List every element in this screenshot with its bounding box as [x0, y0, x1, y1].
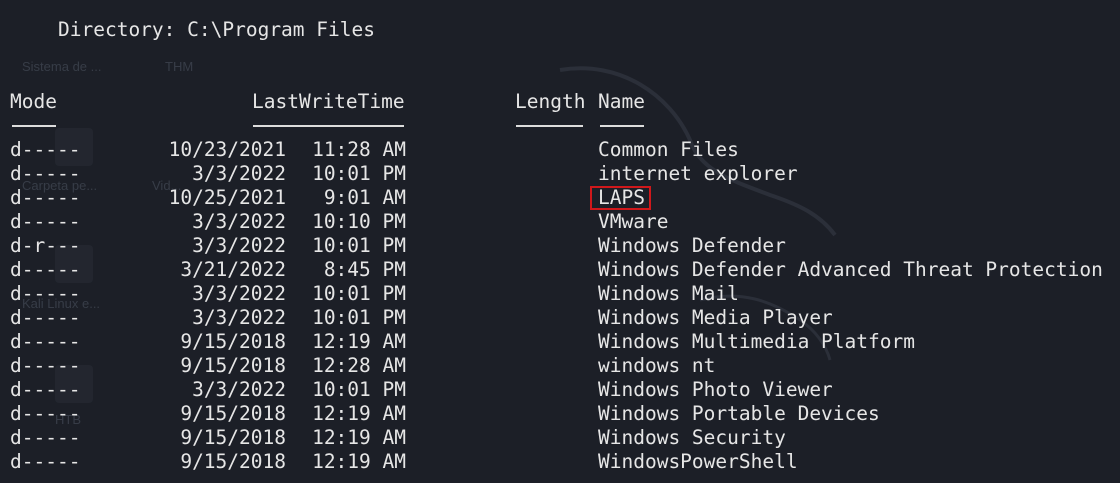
row-date: 3/21/2022	[180, 258, 286, 281]
header-underline-name	[600, 125, 644, 127]
row-time: 12:28 AM	[312, 354, 406, 377]
row-date: 3/3/2022	[192, 210, 286, 233]
row-time: 12:19 AM	[312, 450, 406, 473]
directory-line: Directory: C:\Program Files	[58, 18, 375, 41]
row-mode: d-----	[10, 426, 81, 449]
laps-highlight-box	[590, 186, 651, 210]
row-mode: d-----	[10, 354, 81, 377]
header-last-write-time: LastWriteTime	[252, 90, 405, 113]
row-mode: d-----	[10, 162, 81, 185]
header-mode: Mode	[10, 90, 57, 113]
row-time: 10:01 PM	[312, 378, 406, 401]
row-name: Windows Portable Devices	[598, 402, 880, 425]
row-mode: d-----	[10, 210, 81, 233]
row-mode: d-----	[10, 306, 81, 329]
row-mode: d-----	[10, 282, 81, 305]
row-date: 10/23/2021	[168, 138, 286, 161]
row-time: 12:19 AM	[312, 426, 406, 449]
row-date: 9/15/2018	[180, 330, 286, 353]
header-underline-length	[516, 125, 583, 127]
row-name: Windows Photo Viewer	[598, 378, 833, 401]
terminal-output: Directory: C:\Program Files Mode LastWri…	[0, 0, 1120, 483]
header-underline-last-write-time	[253, 125, 404, 127]
row-date: 9/15/2018	[180, 354, 286, 377]
header-name: Name	[598, 90, 645, 113]
row-time: 8:45 PM	[323, 258, 406, 281]
row-date: 9/15/2018	[180, 450, 286, 473]
row-name: Windows Mail	[598, 282, 739, 305]
row-name: windows nt	[598, 354, 716, 377]
row-mode: d-----	[10, 450, 81, 473]
row-name: WindowsPowerShell	[598, 450, 798, 473]
row-name: internet explorer	[598, 162, 798, 185]
header-length: Length	[515, 90, 586, 113]
row-mode: d-----	[10, 138, 81, 161]
row-time: 11:28 AM	[312, 138, 406, 161]
row-mode: d-----	[10, 378, 81, 401]
row-mode: d-----	[10, 258, 81, 281]
row-date: 3/3/2022	[192, 378, 286, 401]
row-mode: d-----	[10, 186, 81, 209]
row-date: 3/3/2022	[192, 162, 286, 185]
row-time: 12:19 AM	[312, 330, 406, 353]
row-name: Windows Security	[598, 426, 786, 449]
row-name: Windows Multimedia Platform	[598, 330, 915, 353]
header-underline-mode	[12, 125, 56, 127]
row-mode: d-----	[10, 330, 81, 353]
row-time: 10:01 PM	[312, 282, 406, 305]
row-name: Common Files	[598, 138, 739, 161]
row-time: 9:01 AM	[323, 186, 406, 209]
row-date: 3/3/2022	[192, 234, 286, 257]
row-date: 10/25/2021	[168, 186, 286, 209]
row-name: Windows Media Player	[598, 306, 833, 329]
row-date: 3/3/2022	[192, 282, 286, 305]
row-date: 9/15/2018	[180, 402, 286, 425]
row-time: 10:01 PM	[312, 306, 406, 329]
row-name: Windows Defender Advanced Threat Protect…	[598, 258, 1103, 281]
row-time: 10:01 PM	[312, 234, 406, 257]
row-time: 12:19 AM	[312, 402, 406, 425]
row-time: 10:10 PM	[312, 210, 406, 233]
row-mode: d-r---	[10, 234, 81, 257]
row-name: Windows Defender	[598, 234, 786, 257]
row-date: 9/15/2018	[180, 426, 286, 449]
row-name: VMware	[598, 210, 669, 233]
row-mode: d-----	[10, 402, 81, 425]
row-time: 10:01 PM	[312, 162, 406, 185]
row-date: 3/3/2022	[192, 306, 286, 329]
